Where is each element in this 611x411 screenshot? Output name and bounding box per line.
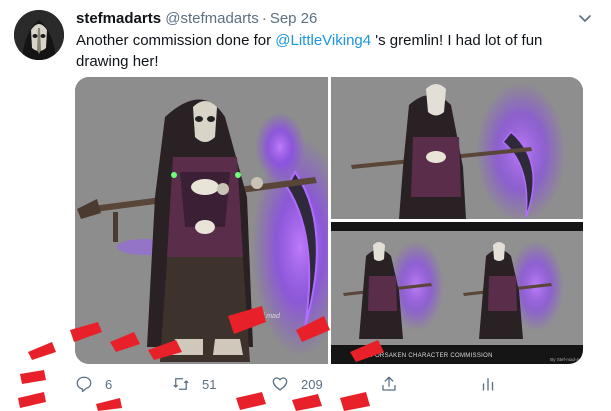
tweet-header: stefmadarts @stefmadarts · Sep 26 bbox=[76, 9, 317, 29]
media-image-top-right[interactable] bbox=[331, 77, 583, 219]
media-image-bottom-right[interactable]: FORSAKEN CHARACTER COMMISSION By Stef-ma… bbox=[331, 222, 583, 364]
tweet-text: Another commission done for @LittleVikin… bbox=[76, 30, 586, 72]
reaper-artwork-closeup bbox=[331, 77, 583, 219]
tweet[interactable]: stefmadarts @stefmadarts · Sep 26 Another … bbox=[0, 0, 611, 411]
reaper-artwork bbox=[75, 77, 328, 364]
analytics-button[interactable] bbox=[479, 373, 497, 395]
chevron-down-icon bbox=[579, 15, 591, 22]
like-count: 209 bbox=[301, 376, 323, 392]
artwork-caption: FORSAKEN CHARACTER COMMISSION bbox=[371, 353, 493, 359]
avatar[interactable] bbox=[14, 10, 64, 60]
retweet-count: 51 bbox=[202, 376, 217, 392]
user-handle[interactable]: @stefmadarts bbox=[165, 10, 259, 27]
analytics-icon bbox=[482, 378, 494, 391]
share-icon bbox=[382, 376, 396, 391]
commission-sheet bbox=[331, 231, 583, 345]
share-button[interactable] bbox=[380, 373, 398, 395]
tweet-date[interactable]: Sep 26 bbox=[270, 10, 318, 27]
artist-signature: stef mad bbox=[253, 313, 280, 320]
media-grid: stef mad FORSAKEN CHARACTER COMMISSION B… bbox=[75, 77, 583, 364]
heart-icon bbox=[272, 377, 288, 391]
artwork-credit: By Stef-mad-a bbox=[550, 357, 579, 362]
display-name[interactable]: stefmadarts bbox=[76, 10, 161, 27]
more-options-caret[interactable] bbox=[577, 10, 593, 26]
reply-button[interactable]: 6 bbox=[75, 373, 112, 395]
mention-link[interactable]: @LittleViking4 bbox=[275, 32, 371, 49]
tweet-actions: 6 51 209 bbox=[75, 373, 525, 395]
reply-count: 6 bbox=[105, 376, 113, 392]
retweet-button[interactable]: 51 bbox=[172, 373, 216, 395]
separator-dot: · bbox=[261, 10, 267, 27]
avatar-image bbox=[14, 10, 64, 60]
retweet-icon bbox=[173, 378, 189, 390]
reaper-duo-artwork bbox=[331, 231, 583, 345]
reply-icon bbox=[76, 376, 92, 393]
media-image-main[interactable]: stef mad bbox=[75, 77, 328, 364]
like-button[interactable]: 209 bbox=[271, 373, 323, 395]
tweet-text-before: Another commission done for bbox=[76, 32, 276, 49]
